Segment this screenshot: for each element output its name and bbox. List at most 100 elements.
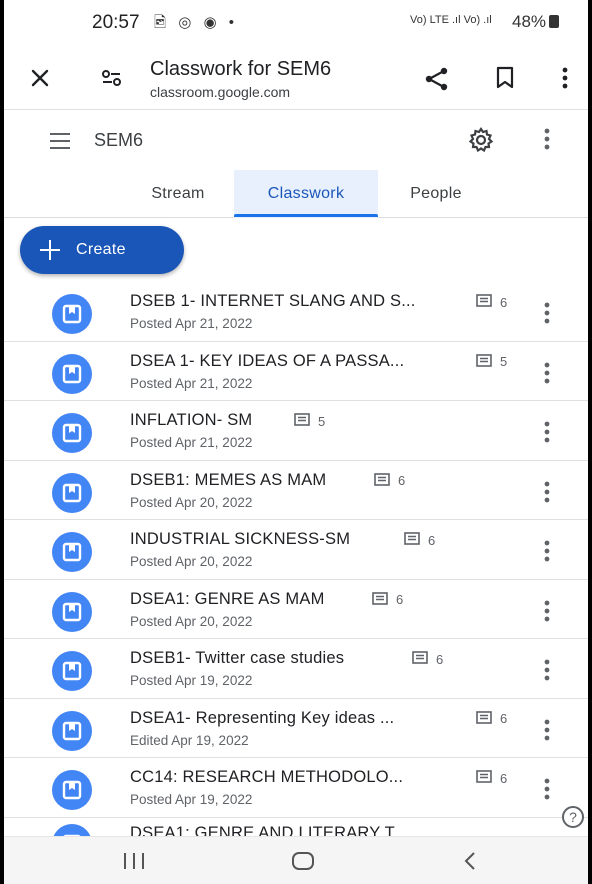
site-settings-icon[interactable] <box>100 66 124 90</box>
home-icon[interactable] <box>292 852 314 870</box>
item-more-icon[interactable] <box>544 659 554 681</box>
class-more-icon[interactable] <box>544 128 554 152</box>
assignment-icon <box>52 294 92 334</box>
item-title: DSEB1: MEMES AS MAM <box>130 470 327 489</box>
assignment-icon <box>52 591 92 632</box>
item-date: Posted Apr 19, 2022 <box>130 673 253 688</box>
class-tabs: Stream Classwork People <box>4 170 588 218</box>
comment-count-value: 6 <box>500 294 508 310</box>
comment-count: 6 <box>372 591 404 608</box>
comment-count-value: 6 <box>436 651 444 667</box>
item-more-icon[interactable] <box>544 600 554 622</box>
item-title: CC14: RESEARCH METHODOLO... <box>130 768 404 786</box>
comment-icon <box>476 294 500 310</box>
system-nav-bar <box>4 836 588 884</box>
assignment-icon <box>52 413 92 453</box>
battery-icon <box>549 15 560 28</box>
item-more-icon[interactable] <box>544 362 554 384</box>
notification-icons: 🖻 ◎ ◉ • <box>154 14 238 31</box>
list-item[interactable]: DSEA 1- KEY IDEAS OF A PASSA... Posted Ap… <box>4 342 588 401</box>
item-date: Posted Apr 20, 2022 <box>130 494 253 510</box>
assignment-icon <box>52 353 92 394</box>
comment-count: 6 <box>476 770 507 786</box>
item-more-icon[interactable] <box>544 778 554 800</box>
list-item[interactable]: DSEA1: GENRE AS MAM Posted Apr 20, 2022 6 <box>4 580 588 639</box>
comment-count: 6 <box>476 710 508 727</box>
list-item-partial[interactable]: DSEA1: GENRE AND LITERARY T... <box>4 820 588 836</box>
battery-indicator: 48% <box>512 12 560 32</box>
item-more-icon[interactable] <box>544 421 554 443</box>
comment-count-value: 6 <box>396 592 404 607</box>
item-date: Edited Apr 19, 2022 <box>130 732 249 748</box>
tab-classwork[interactable]: Classwork <box>234 170 378 218</box>
comment-count-value: 6 <box>398 473 406 488</box>
item-title: DSEB 1- INTERNET SLANG AND S... <box>130 292 416 310</box>
comment-icon <box>476 710 500 727</box>
comment-icon <box>374 472 398 489</box>
list-item[interactable]: CC14: RESEARCH METHODOLO... Posted Apr 19… <box>4 758 588 818</box>
plus-icon <box>40 240 60 260</box>
assignment-icon <box>52 532 92 572</box>
item-date: Posted Apr 19, 2022 <box>130 792 253 807</box>
item-more-icon[interactable] <box>544 540 554 562</box>
item-title: DSEA1: GENRE AND LITERARY T... <box>130 824 408 836</box>
comment-count: 6 <box>374 472 406 489</box>
comment-count-value: 5 <box>318 413 326 429</box>
status-time: 20:57 <box>92 12 140 33</box>
comment-count-value: 6 <box>500 711 508 726</box>
comment-count-value: 6 <box>428 532 436 548</box>
list-item[interactable]: DSEB1- Twitter case studies Posted Apr 19… <box>4 639 588 699</box>
item-date: Posted Apr 21, 2022 <box>130 316 253 331</box>
comment-count: 6 <box>476 294 507 310</box>
gear-icon[interactable] <box>468 127 494 153</box>
battery-percent: 48% <box>512 12 547 31</box>
selected-tab-indicator <box>234 214 378 217</box>
menu-icon[interactable] <box>48 132 72 150</box>
list-item[interactable]: DSEB 1- INTERNET SLANG AND S... Posted Ap… <box>4 282 588 342</box>
create-label: Create <box>76 241 126 258</box>
class-header: SEM6 <box>4 112 588 166</box>
item-more-icon[interactable] <box>544 719 554 741</box>
comment-count-value: 5 <box>500 354 508 369</box>
page-url[interactable]: classroom.google.com <box>150 84 290 100</box>
list-item[interactable]: INDUSTRIAL SICKNESS-SM Posted Apr 20, 202… <box>4 520 588 580</box>
item-title: DSEA 1- KEY IDEAS OF A PASSA... <box>130 351 405 370</box>
list-item[interactable]: DSEA1- Representing Key ideas ... Edited … <box>4 699 588 758</box>
tab-people[interactable]: People <box>388 170 484 218</box>
comment-icon <box>404 532 428 548</box>
item-title: INFLATION- SM <box>130 411 253 429</box>
item-title: DSEA1: GENRE AS MAM <box>130 589 325 608</box>
item-title: DSEA1- Representing Key ideas ... <box>130 708 395 727</box>
comment-count: 6 <box>404 532 435 548</box>
bookmark-icon[interactable] <box>494 66 516 90</box>
assignment-icon <box>52 651 92 691</box>
network-signal-icon: Vo) LTE .ıl Vo) .ıl <box>410 14 492 26</box>
comment-count: 5 <box>294 413 325 429</box>
item-more-icon[interactable] <box>544 481 554 503</box>
recents-icon[interactable] <box>124 853 144 869</box>
item-more-icon[interactable] <box>544 302 554 324</box>
create-button[interactable]: Create <box>20 226 184 274</box>
back-icon[interactable] <box>464 851 476 871</box>
assignment-icon <box>52 472 92 513</box>
comment-icon <box>476 353 500 370</box>
list-item[interactable]: INFLATION- SM Posted Apr 21, 2022 5 <box>4 401 588 461</box>
item-date: Posted Apr 20, 2022 <box>130 554 253 569</box>
help-icon[interactable]: ? <box>562 806 584 828</box>
assignment-icon <box>52 824 92 836</box>
assignment-icon <box>52 710 92 751</box>
list-item[interactable]: DSEB1: MEMES AS MAM Posted Apr 20, 2022 6 <box>4 461 588 520</box>
classwork-list: DSEB 1- INTERNET SLANG AND S... Posted Ap… <box>4 282 588 818</box>
more-vert-icon[interactable] <box>560 66 570 90</box>
comment-count: 6 <box>412 651 443 667</box>
class-title: SEM6 <box>94 130 144 150</box>
share-icon[interactable] <box>424 66 450 92</box>
comment-count-value: 6 <box>500 770 508 786</box>
status-bar: 20:57 🖻 ◎ ◉ • Vo) LTE .ıl Vo) .ıl 48% <box>4 0 588 44</box>
tab-stream[interactable]: Stream <box>128 170 228 218</box>
close-icon[interactable] <box>28 66 52 90</box>
browser-toolbar: Classwork for SEM6 classroom.google.com <box>4 44 588 110</box>
comment-icon <box>294 413 318 429</box>
phone-screen: 20:57 🖻 ◎ ◉ • Vo) LTE .ıl Vo) .ıl 48% Cl… <box>4 0 588 884</box>
comment-count: 5 <box>476 353 508 370</box>
